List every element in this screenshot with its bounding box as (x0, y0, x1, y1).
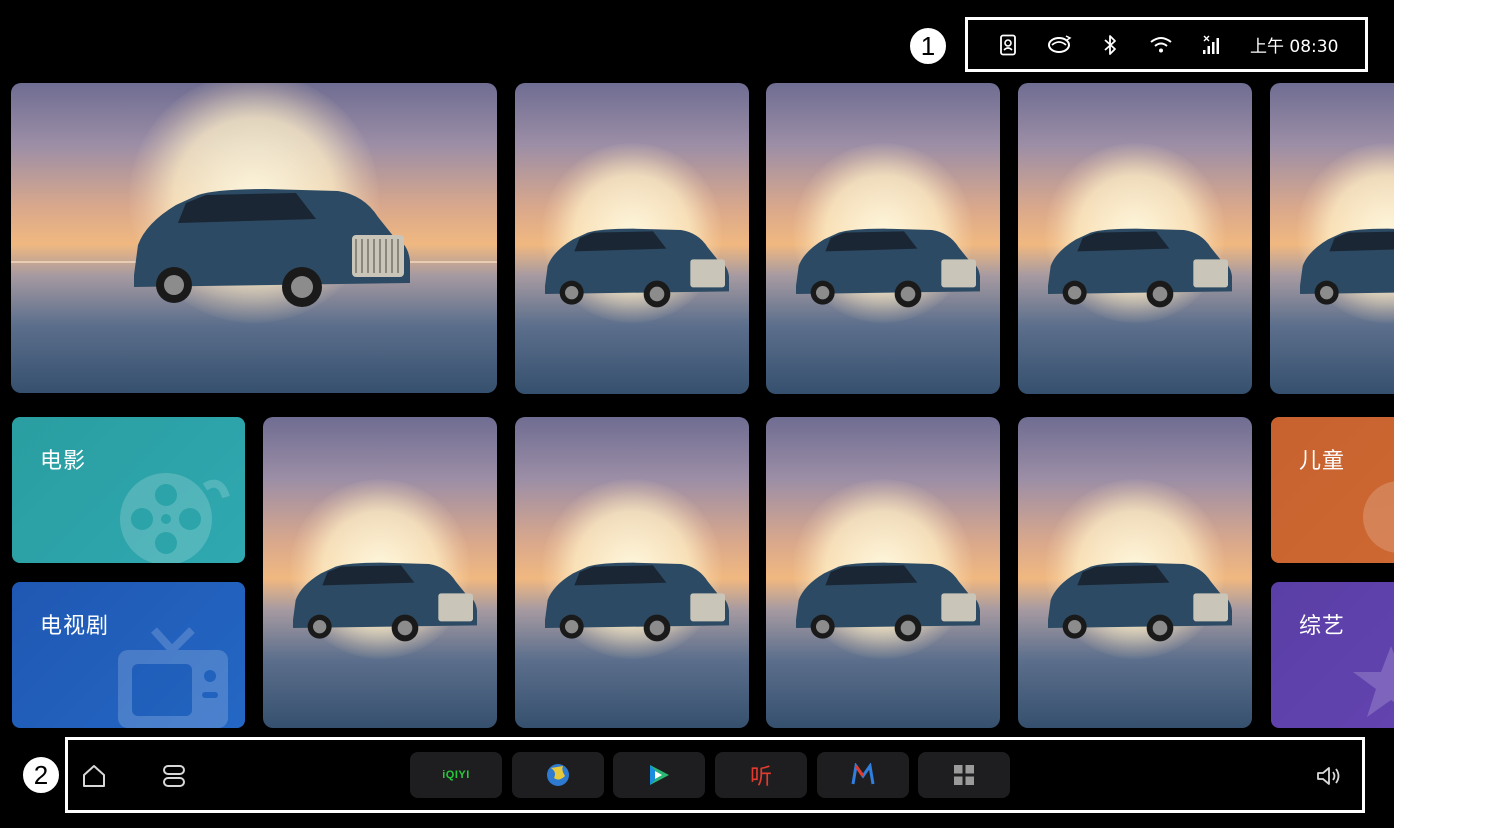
star-icon (1353, 646, 1394, 717)
poster-card[interactable] (766, 83, 1000, 394)
status-bar-marker: 1 (908, 26, 948, 66)
car-image (134, 189, 410, 307)
globe-icon (547, 764, 569, 786)
car-image (1048, 562, 1232, 642)
category-variety-label: 综艺 (1299, 614, 1346, 639)
category-variety[interactable]: 综艺 (1271, 582, 1394, 728)
category-kids[interactable]: 儿童 (1271, 417, 1394, 563)
car-image (545, 562, 729, 642)
page-margin (1394, 0, 1505, 828)
poster-card-partial[interactable] (1270, 83, 1394, 394)
contact-card-icon[interactable] (995, 32, 1021, 58)
category-tv-label: 电视剧 (40, 614, 110, 639)
film-reel-icon (120, 473, 230, 563)
tv-icon (118, 627, 228, 728)
category-movie[interactable]: 电影 (12, 417, 245, 563)
category-movie-label: 电影 (40, 449, 87, 474)
ting-app[interactable]: 听 (715, 752, 807, 798)
globe-app[interactable] (512, 752, 604, 798)
car-image (796, 228, 980, 308)
ting-logo: 听 (749, 765, 772, 790)
kids-icon (1363, 481, 1394, 553)
infotainment-screen: 电影 电视剧 儿童 综艺 上午 08:30 iQIYI 听 1 2 (0, 0, 1394, 828)
clock-time: 上午 08:30 (1250, 37, 1339, 57)
iqiyi-app[interactable]: iQIYI (410, 752, 502, 798)
grid-icon (954, 765, 974, 785)
play-icon (650, 765, 669, 785)
all-apps[interactable] (918, 752, 1010, 798)
bluetooth-icon[interactable] (1097, 32, 1123, 58)
car-image (1048, 228, 1232, 308)
dock: iQIYI 听 (65, 737, 1365, 813)
car-image (796, 562, 980, 642)
poster-card[interactable] (263, 417, 497, 728)
dock-marker: 2 (21, 755, 61, 795)
cellular-signal-icon[interactable] (1199, 32, 1225, 58)
poster-card[interactable] (515, 83, 749, 394)
home-icon[interactable] (78, 760, 110, 792)
car-image (1300, 228, 1394, 305)
category-tv[interactable]: 电视剧 (12, 582, 245, 728)
featured-poster[interactable] (11, 83, 497, 393)
video-play-app[interactable] (613, 752, 705, 798)
poster-card[interactable] (1018, 417, 1252, 728)
iqiyi-logo: iQIYI (442, 769, 470, 781)
volume-icon[interactable] (1313, 760, 1345, 792)
poster-card[interactable] (1018, 83, 1252, 394)
car-image (545, 228, 729, 308)
poster-card[interactable] (766, 417, 1000, 728)
status-bar: 上午 08:30 (965, 17, 1368, 72)
poster-card[interactable] (515, 417, 749, 728)
car-image (293, 562, 477, 642)
wifi-icon[interactable] (1148, 32, 1174, 58)
cycle-icon[interactable] (1046, 32, 1072, 58)
category-kids-label: 儿童 (1299, 449, 1346, 474)
m-logo-icon (851, 763, 875, 785)
multitask-icon[interactable] (158, 760, 190, 792)
m-app[interactable] (817, 752, 909, 798)
